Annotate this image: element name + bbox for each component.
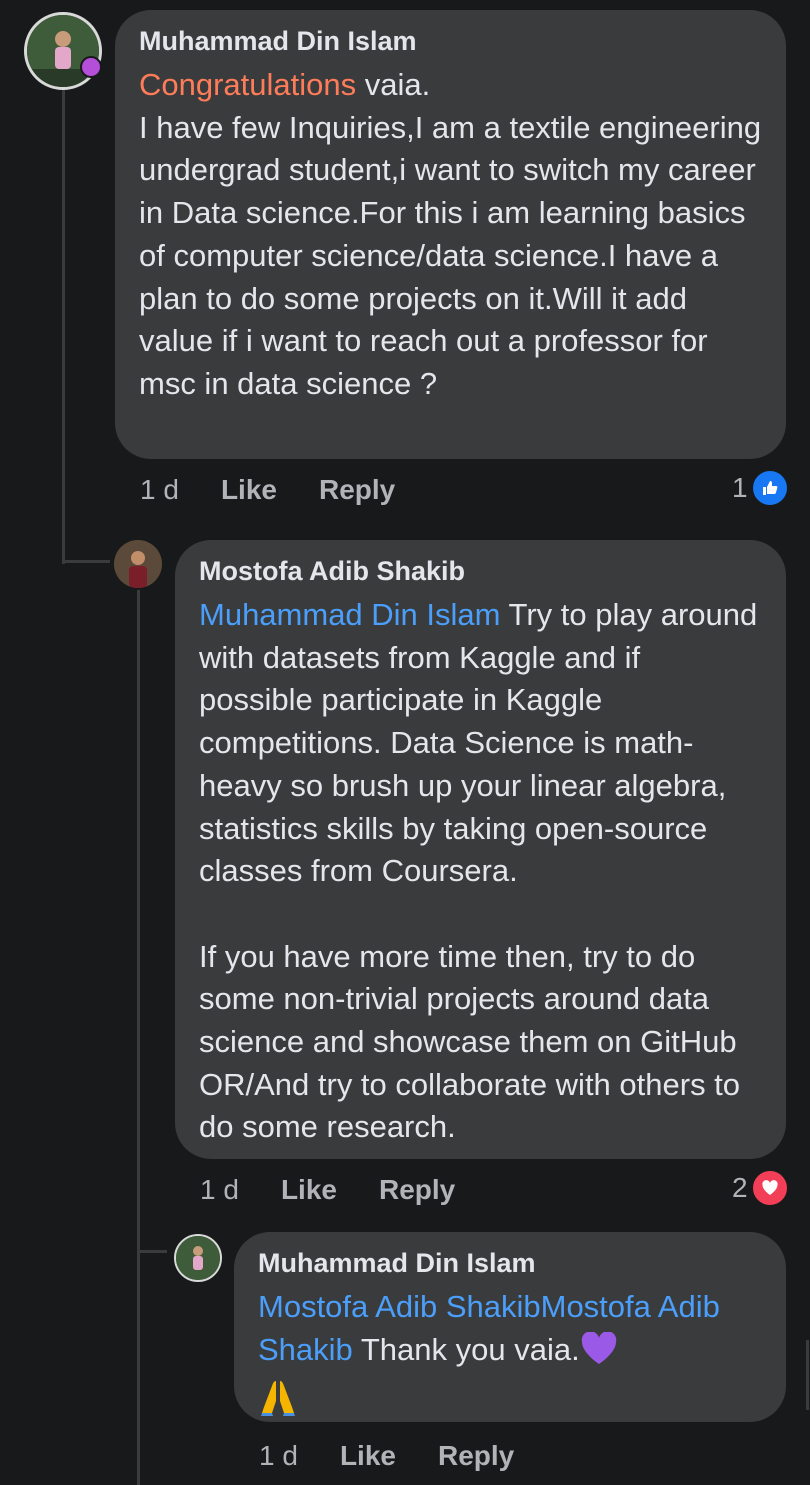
- thread-line-main: [62, 88, 65, 564]
- comment-text: Mostofa Adib ShakibMostofa Adib Shakib T…: [258, 1286, 762, 1429]
- like-button[interactable]: Like: [221, 474, 277, 506]
- comment-body: Thank you vaia.: [352, 1331, 580, 1367]
- comment-author[interactable]: Muhammad Din Islam: [258, 1248, 762, 1278]
- reaction-summary[interactable]: 1: [732, 468, 790, 508]
- comment-actions: 1 d Like Reply: [140, 470, 437, 510]
- thread-line-reply: [137, 590, 140, 1485]
- heart-icon: [749, 1168, 790, 1208]
- comment-body: Try to play around with datasets from Ka…: [199, 597, 758, 1145]
- reaction-count: 2: [732, 1172, 748, 1203]
- comment-time[interactable]: 1 d: [200, 1174, 239, 1206]
- comment-actions: 1 d Like Reply: [200, 1170, 497, 1210]
- scrollbar[interactable]: [806, 1340, 809, 1410]
- vaccine-badge-icon: [80, 56, 102, 78]
- reply-bubble: Muhammad Din Islam Mostofa Adib ShakibMo…: [234, 1232, 786, 1422]
- reply-bubble: Mostofa Adib Shakib Muhammad Din Islam T…: [175, 540, 786, 1159]
- reply-button[interactable]: Reply: [379, 1174, 455, 1206]
- comment-text: Muhammad Din Islam Try to play around wi…: [199, 594, 762, 1149]
- reply-button[interactable]: Reply: [438, 1440, 514, 1472]
- comment-time[interactable]: 1 d: [259, 1440, 298, 1472]
- mention-link[interactable]: Muhammad Din Islam: [199, 597, 500, 632]
- reply-button[interactable]: Reply: [319, 474, 395, 506]
- folded-hands-emoji: [258, 1381, 298, 1424]
- avatar[interactable]: [174, 1234, 222, 1282]
- comment-author[interactable]: Mostofa Adib Shakib: [199, 556, 762, 586]
- reaction-count: 1: [732, 472, 748, 503]
- comment-bubble: Muhammad Din Islam Congratulations vaia.…: [115, 10, 786, 459]
- avatar[interactable]: [24, 12, 102, 90]
- reaction-summary[interactable]: 2: [732, 1168, 790, 1208]
- avatar[interactable]: [114, 540, 162, 588]
- thread-line-main-curve: [62, 560, 110, 563]
- comment-time[interactable]: 1 d: [140, 474, 179, 506]
- comment-author[interactable]: Muhammad Din Islam: [139, 26, 762, 56]
- like-button[interactable]: Like: [340, 1440, 396, 1472]
- comment-body: vaia. I have few Inquiries,I am a textil…: [139, 67, 762, 401]
- purple-heart-emoji: [580, 1330, 618, 1378]
- highlighted-word: Congratulations: [139, 67, 357, 102]
- comment-actions: 1 d Like Reply: [259, 1436, 556, 1476]
- like-icon: [749, 468, 790, 508]
- comment-text: Congratulations vaia. I have few Inquiri…: [139, 64, 762, 406]
- thread-line-reply-curve: [137, 1250, 167, 1253]
- like-button[interactable]: Like: [281, 1174, 337, 1206]
